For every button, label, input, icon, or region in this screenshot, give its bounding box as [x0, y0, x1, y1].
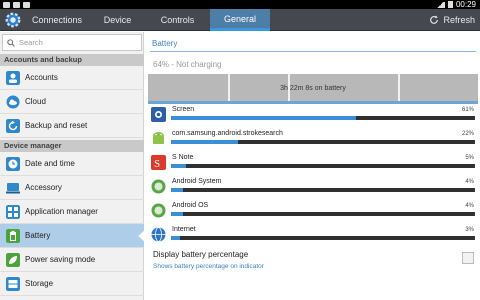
action-bar: Connections Device Controls General Refr…: [0, 9, 480, 31]
sidebar-item-label: Backup and reset: [25, 121, 88, 130]
usage-bar: [171, 116, 475, 120]
battery-pane: Battery 64% - Not charging 3h 22m 8s on …: [145, 32, 480, 300]
tab-device[interactable]: Device: [90, 9, 145, 31]
refresh-label: Refresh: [443, 15, 475, 25]
usage-bar-fill: [171, 236, 181, 240]
android-os-icon: [151, 203, 166, 218]
usage-row-android-system[interactable]: Android System 4%: [148, 176, 478, 200]
app-name: Android System: [172, 178, 222, 185]
cloud-icon: [6, 95, 20, 108]
section-header-device-manager: Device manager: [0, 140, 144, 152]
display-percentage-title[interactable]: Display battery percentage: [153, 250, 248, 259]
usage-bar: [171, 236, 475, 240]
android-system-icon: [151, 179, 166, 194]
tab-general[interactable]: General: [210, 9, 270, 31]
accounts-icon: [6, 70, 20, 85]
clock-icon: [6, 156, 20, 171]
sidebar-item-application-manager[interactable]: Application manager: [0, 200, 144, 224]
usage-row-s-note[interactable]: S S Note 5%: [148, 152, 478, 176]
sidebar-item-label: Storage: [25, 279, 54, 288]
sidebar-item-storage[interactable]: Storage: [0, 272, 144, 296]
clock-time: 00:29: [455, 0, 476, 9]
app-name: com.samsung.android.strokesearch: [172, 130, 283, 137]
notification-icon: [3, 1, 10, 8]
title-divider: [150, 51, 476, 52]
accessory-icon: [6, 182, 20, 193]
sidebar-item-label: Accounts: [25, 73, 58, 82]
mail-icon: [13, 1, 20, 8]
app-manager-icon: [6, 204, 20, 219]
app-name: Android OS: [172, 202, 209, 209]
app-name: S Note: [172, 154, 194, 161]
signal-icon: [435, 1, 445, 8]
usage-bar: [171, 140, 475, 144]
usage-bar-fill: [171, 188, 184, 192]
s-note-icon: S: [151, 155, 166, 170]
refresh-icon: [430, 15, 439, 24]
usage-bar: [171, 212, 475, 216]
usage-row-android-os[interactable]: Android OS 4%: [148, 200, 478, 224]
sidebar-item-label: Application manager: [25, 207, 98, 216]
usage-bar-fill: [171, 116, 357, 120]
sidebar-item-label: Power saving mode: [25, 255, 96, 264]
active-indicator: [138, 230, 145, 242]
backup-icon: [6, 118, 20, 133]
usage-bar-fill: [171, 140, 238, 144]
graph-label: 3h 22m 8s on battery: [280, 85, 346, 92]
power-saving-icon: [6, 252, 20, 267]
globe-icon: [151, 227, 166, 242]
battery-history-graph[interactable]: 3h 22m 8s on battery: [148, 74, 478, 104]
app-percent: 61%: [461, 107, 474, 113]
usage-bar-fill: [171, 212, 184, 216]
battery-status: 64% - Not charging: [153, 60, 222, 69]
app-percent: 4%: [465, 203, 474, 209]
settings-gear-icon[interactable]: [4, 11, 22, 29]
search-icon: [7, 38, 15, 47]
tab-controls[interactable]: Controls: [145, 9, 210, 31]
app-percent: 22%: [461, 131, 474, 137]
app-percent: 5%: [465, 155, 474, 161]
app-percent: 3%: [465, 227, 474, 233]
status-bar: 00:29: [0, 0, 480, 9]
sidebar-item-date-time[interactable]: Date and time: [0, 152, 144, 176]
battery-status-icon: [447, 1, 453, 8]
section-header-accounts: Accounts and backup: [0, 54, 144, 66]
sidebar-item-label: Cloud: [25, 97, 46, 106]
usage-row-screen[interactable]: Screen 61%: [148, 104, 478, 128]
screen-icon: [151, 107, 166, 122]
notification-icons: [3, 0, 30, 9]
refresh-button[interactable]: Refresh: [429, 9, 475, 31]
android-icon: [153, 132, 164, 144]
search-input[interactable]: Search: [2, 34, 142, 51]
sidebar-item-label: Date and time: [25, 159, 75, 168]
app-name: Internet: [172, 226, 196, 233]
sidebar: Search Accounts and backup Accounts Clou…: [0, 32, 145, 300]
app-percent: 4%: [465, 179, 474, 185]
display-percentage-checkbox[interactable]: [462, 252, 474, 264]
sidebar-item-accessory[interactable]: Accessory: [0, 176, 144, 200]
usage-row-strokesearch[interactable]: com.samsung.android.strokesearch 22%: [148, 128, 478, 152]
battery-icon: [6, 228, 20, 243]
sidebar-item-battery[interactable]: Battery: [0, 224, 145, 248]
usage-bar: [171, 164, 475, 168]
svg-text:S: S: [154, 158, 160, 170]
usage-row-internet[interactable]: Internet 3%: [148, 224, 478, 248]
app-name: Screen: [172, 106, 195, 113]
search-placeholder: Search: [19, 38, 43, 47]
display-percentage-subtitle: Shows battery percentage on indicator: [153, 263, 264, 270]
sidebar-item-accounts[interactable]: Accounts: [0, 66, 144, 90]
sidebar-item-power-saving[interactable]: Power saving mode: [0, 248, 144, 272]
sidebar-item-label: Accessory: [25, 183, 62, 192]
sidebar-item-backup[interactable]: Backup and reset: [0, 114, 144, 138]
sidebar-item-cloud[interactable]: Cloud: [0, 90, 144, 114]
usage-bar-fill: [171, 164, 187, 168]
usage-bar: [171, 188, 475, 192]
sidebar-item-label: Battery: [25, 231, 51, 240]
storage-icon: [6, 276, 20, 291]
check-icon: [23, 1, 30, 8]
page-title: Battery: [152, 39, 178, 48]
tab-connections[interactable]: Connections: [24, 9, 90, 31]
